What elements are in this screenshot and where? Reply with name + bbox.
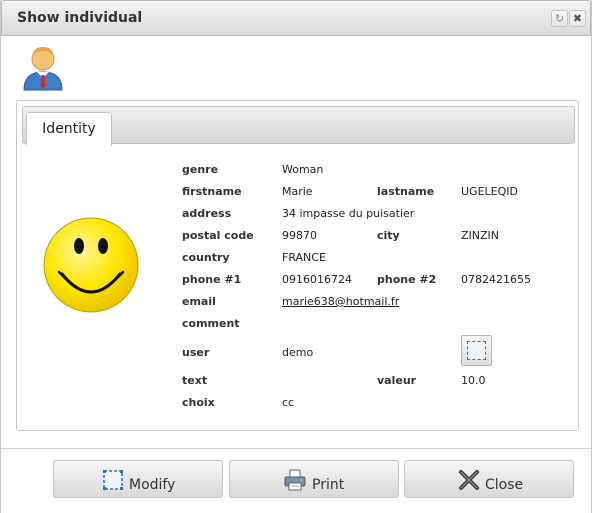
close-window-icon[interactable]: ✖ — [569, 10, 586, 27]
user-label: user — [182, 346, 210, 359]
modify-button[interactable]: Modify — [53, 460, 223, 498]
address-label: address — [182, 207, 232, 220]
postal-code-label: postal code — [182, 229, 254, 242]
person-icon — [23, 47, 63, 91]
firstname-value: Marie — [282, 185, 313, 198]
genre-label: genre — [182, 163, 219, 176]
modify-icon — [103, 470, 123, 490]
email-label: email — [182, 295, 216, 308]
phone2-value: 0782421655 — [461, 273, 531, 286]
smiley-avatar — [43, 217, 139, 313]
printer-icon — [284, 469, 306, 491]
refresh-icon[interactable]: ↻ — [551, 10, 568, 27]
address-value: 34 impasse du puisatier — [282, 207, 415, 220]
genre-value: Woman — [282, 163, 324, 176]
close-label: Close — [485, 477, 524, 493]
valeur-value: 10.0 — [461, 374, 486, 387]
postal-code-value: 99870 — [282, 229, 317, 242]
selection-icon — [467, 341, 486, 360]
city-value: ZINZIN — [461, 229, 500, 242]
identity-panel: Identity genre Woman firstname Marie las… — [16, 100, 579, 431]
choix-value: cc — [282, 396, 295, 409]
comment-label: comment — [182, 317, 240, 330]
dialog-window: Show individual ↻ ✖ Identity genre Woman… — [0, 0, 592, 513]
user-value: demo — [282, 346, 314, 359]
firstname-label: firstname — [182, 185, 242, 198]
print-button[interactable]: Print — [229, 460, 399, 498]
user-select-button[interactable] — [461, 335, 492, 366]
text-label: text — [182, 374, 208, 387]
choix-label: choix — [182, 396, 215, 409]
lastname-label: lastname — [377, 185, 435, 198]
lastname-value: UGELEQID — [461, 185, 518, 198]
country-value: FRANCE — [282, 251, 326, 264]
tab-identity[interactable]: Identity — [26, 112, 112, 146]
country-label: country — [182, 251, 230, 264]
phone1-value: 0916016724 — [282, 273, 352, 286]
modify-label: Modify — [129, 477, 176, 493]
city-label: city — [377, 229, 400, 242]
close-button[interactable]: Close — [404, 460, 574, 498]
button-bar-divider — [1, 448, 592, 449]
window-title: Show individual — [17, 10, 143, 26]
tab-strip: Identity — [22, 106, 575, 146]
title-bar: Show individual ↻ ✖ — [1, 0, 591, 36]
phone2-label: phone #2 — [377, 273, 437, 286]
valeur-label: valeur — [377, 374, 417, 387]
print-label: Print — [312, 477, 345, 493]
email-link[interactable]: marie638@hotmail.fr — [282, 295, 399, 309]
close-icon — [459, 470, 479, 490]
phone1-label: phone #1 — [182, 273, 242, 286]
